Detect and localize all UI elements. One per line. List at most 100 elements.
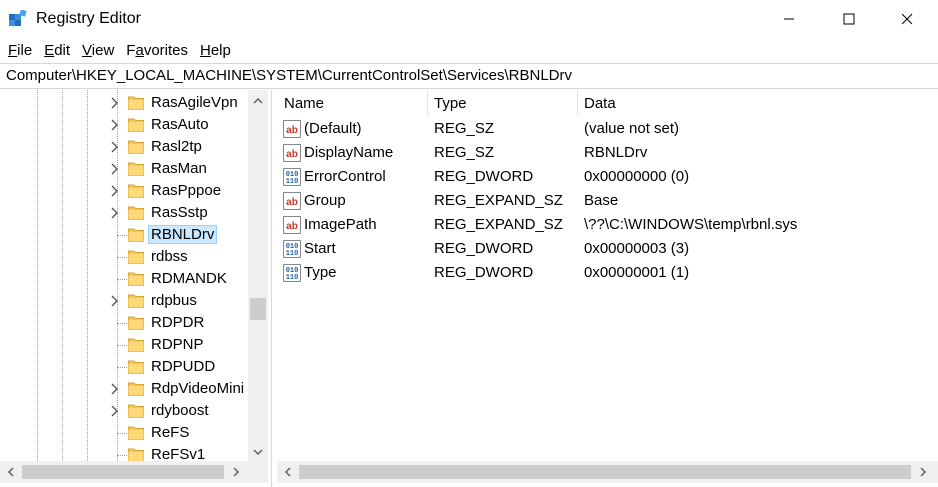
tree-connector — [117, 345, 127, 346]
value-row-imagepath[interactable]: ab ImagePath REG_EXPAND_SZ \??\C:\WINDOWS\t… — [277, 213, 938, 237]
chevron-right-icon[interactable] — [108, 404, 120, 418]
chevron-right-icon[interactable] — [108, 162, 120, 176]
tree-item-rdmandk[interactable]: RDMANDK — [0, 268, 248, 290]
tree-item-rasauto[interactable]: RasAuto — [0, 114, 248, 136]
value-type: REG_DWORD — [434, 240, 534, 257]
tree-item-refs[interactable]: ReFS — [0, 422, 248, 444]
tree-item-rdpbus[interactable]: rdpbus — [0, 290, 248, 312]
tree-connector — [117, 455, 127, 456]
folder-icon — [128, 426, 144, 440]
tree-item-rdpdr[interactable]: RDPDR — [0, 312, 248, 334]
svg-text:ab: ab — [286, 221, 298, 232]
tree-vertical-scroll-thumb[interactable] — [250, 298, 266, 320]
folder-icon — [128, 118, 144, 132]
svg-text:110: 110 — [286, 274, 299, 282]
value-row-type[interactable]: 010 110 Type REG_DWORD 0x00000001 (1) — [277, 261, 938, 285]
scroll-up-icon[interactable] — [252, 95, 264, 107]
registry-editor-icon — [9, 10, 27, 26]
menu-bar: File Edit View Favorites Help — [0, 38, 938, 62]
tree-item-label: rdpbus — [151, 292, 197, 309]
tree-item-rdpnp[interactable]: RDPNP — [0, 334, 248, 356]
tree-item-label: RDPDR — [151, 314, 205, 331]
tree-vertical-scrollbar[interactable] — [248, 90, 268, 461]
tree-item-rasagilevpn[interactable]: RasAgileVpn — [0, 92, 248, 114]
values-horizontal-scroll-thumb[interactable] — [299, 465, 911, 479]
svg-text:110: 110 — [286, 250, 299, 258]
tree-connector — [117, 279, 127, 280]
value-type: REG_EXPAND_SZ — [434, 216, 563, 233]
tree-item-rassstp[interactable]: RasSstp — [0, 202, 248, 224]
folder-icon — [128, 184, 144, 198]
tree-item-rdpvideomini[interactable]: RdpVideoMini — [0, 378, 248, 400]
value-name: (Default) — [304, 120, 362, 137]
window-title: Registry Editor — [36, 10, 141, 27]
column-header-type[interactable]: Type — [427, 90, 577, 116]
scroll-left-icon[interactable] — [282, 466, 294, 478]
tree-item-rdyboost[interactable]: rdyboost — [0, 400, 248, 422]
tree-item-rdbss[interactable]: rdbss — [0, 246, 248, 268]
folder-icon — [128, 404, 144, 418]
string-value-icon: ab — [283, 192, 301, 210]
folder-icon — [128, 294, 144, 308]
binary-value-icon: 010110 — [283, 240, 301, 258]
chevron-right-icon[interactable] — [108, 118, 120, 132]
menu-file[interactable]: File — [3, 42, 37, 59]
chevron-right-icon[interactable] — [108, 140, 120, 154]
tree-item-rbnldrv[interactable]: RBNLDrv — [0, 224, 248, 246]
close-button[interactable] — [884, 0, 930, 38]
scrollbar-corner — [248, 461, 268, 483]
menu-edit[interactable]: Edit — [39, 42, 75, 59]
tree-item-label: RasAuto — [151, 116, 209, 133]
chevron-right-icon[interactable] — [108, 294, 120, 308]
tree-item-raspppoe[interactable]: RasPppoe — [0, 180, 248, 202]
tree-item-label: RasSstp — [151, 204, 208, 221]
minimize-button[interactable] — [766, 0, 812, 38]
value-row-errorcontrol[interactable]: 010 110 ErrorControl REG_DWORD 0x00000000 (0… — [277, 165, 938, 189]
svg-text:ab: ab — [286, 149, 298, 160]
folder-icon — [128, 382, 144, 396]
address-bar[interactable]: Computer\HKEY_LOCAL_MACHINE\SYSTEM\Curre… — [0, 63, 938, 89]
folder-icon — [128, 206, 144, 220]
value-row-displayname[interactable]: ab DisplayName REG_SZ RBNLDrv — [277, 141, 938, 165]
tree-horizontal-scroll-thumb[interactable] — [22, 465, 224, 479]
value-row-default[interactable]: ab (Default) REG_SZ (value not set) — [277, 117, 938, 141]
scroll-left-icon[interactable] — [5, 466, 17, 478]
chevron-right-icon[interactable] — [108, 184, 120, 198]
chevron-right-icon[interactable] — [108, 382, 120, 396]
folder-icon — [128, 448, 144, 462]
string-value-icon: ab — [283, 144, 301, 162]
chevron-right-icon[interactable] — [108, 96, 120, 110]
tree-item-rdpudd[interactable]: RDPUDD — [0, 356, 248, 378]
tree-item-label: RasPppoe — [151, 182, 222, 199]
maximize-button[interactable] — [826, 0, 872, 38]
svg-text:ab: ab — [286, 197, 298, 208]
tree-item-rasman[interactable]: RasMan — [0, 158, 248, 180]
value-type: REG_SZ — [434, 144, 495, 161]
value-row-group[interactable]: ab Group REG_EXPAND_SZ Base — [277, 189, 938, 213]
binary-value-icon: 010110 — [283, 264, 301, 282]
values-horizontal-scrollbar[interactable] — [277, 461, 938, 483]
minimize-icon — [784, 18, 794, 20]
menu-view[interactable]: View — [77, 42, 119, 59]
column-header-data[interactable]: Data — [577, 90, 938, 116]
string-value-icon: ab — [283, 120, 301, 138]
tree-connector — [117, 257, 127, 258]
chevron-right-icon[interactable] — [108, 206, 120, 220]
close-icon — [901, 13, 913, 25]
tree-item-label: RasMan — [151, 160, 207, 177]
tree-item-rasl2tp[interactable]: Rasl2tp — [0, 136, 248, 158]
tree-horizontal-scrollbar[interactable] — [0, 461, 268, 483]
scroll-right-icon[interactable] — [230, 466, 242, 478]
string-value-icon: ab — [283, 216, 301, 234]
value-row-start[interactable]: 010 110 Start REG_DWORD 0x00000003 (3) — [277, 237, 938, 261]
tree-item-label: RDMANDK — [151, 270, 227, 287]
tree-connector — [117, 433, 127, 434]
maximize-icon — [843, 13, 855, 25]
scroll-down-icon[interactable] — [252, 446, 264, 458]
menu-help[interactable]: Help — [195, 42, 236, 59]
column-header-name[interactable]: Name — [277, 90, 427, 116]
menu-favorites[interactable]: Favorites — [121, 42, 193, 59]
value-name: Type — [304, 264, 337, 281]
scroll-right-icon[interactable] — [917, 466, 929, 478]
folder-icon — [128, 96, 144, 110]
